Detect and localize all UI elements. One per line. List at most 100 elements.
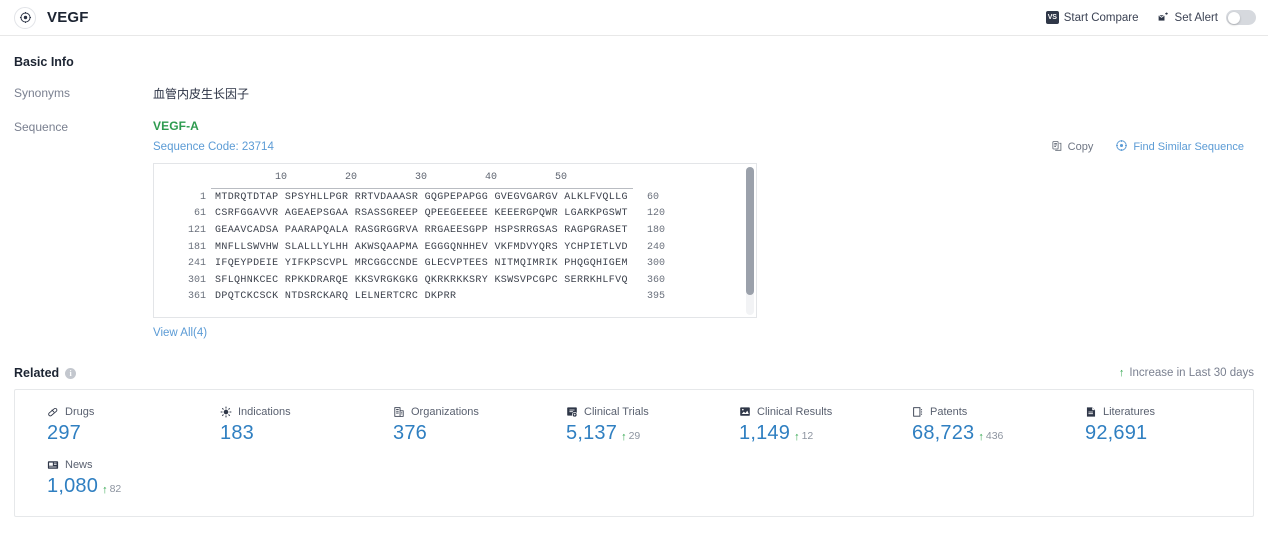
vs-badge-icon: VS [1045, 11, 1059, 24]
stat-label-text: Indications [238, 406, 291, 418]
sequence-residues: DPQTCKCSCK NTDSRCKARQ LELNERTCRC DKPRR [215, 291, 457, 303]
stat-label-text: Patents [930, 406, 968, 418]
start-compare-label: Start Compare [1063, 11, 1139, 24]
stat-label: Clinical Trials [566, 406, 707, 418]
ruler-tick: 20 [345, 172, 358, 183]
sequence-name: VEGF-A [153, 119, 199, 133]
stat-label: News [47, 459, 188, 471]
stat-drugs[interactable]: Drugs 297 [15, 406, 188, 445]
stat-value-line: 1,149 ↑ 12 [739, 422, 880, 445]
ruler-tick: 10 [275, 172, 288, 183]
sequence-end-index: 240 [647, 241, 666, 253]
sequence-line: 1 MTDRQTDTAP SPSYHLLPGR RRTVDAAASR GQGPEP… [154, 189, 756, 206]
stat-delta: ↑ 82 [102, 483, 122, 496]
sequence-end-index: 300 [647, 258, 666, 270]
stat-value-line: 376 [393, 422, 534, 445]
stat-literatures[interactable]: Literatures 92,691 [1053, 406, 1226, 445]
sequence-line: 181 MNFLLSWVHW SLALLLYLHH AKWSQAAPMA EGGG… [154, 239, 756, 256]
set-alert-label: Set Alert [1174, 11, 1218, 24]
up-arrow-icon: ↑ [1118, 367, 1125, 379]
stat-label-text: Drugs [65, 406, 95, 418]
sequence-code-line: Sequence Code: 23714 Copy Find Similar S… [153, 139, 1254, 155]
sequence-ruler: 10 20 30 40 50 [154, 172, 756, 188]
header-actions: VS Start Compare Set Alert [1045, 10, 1256, 25]
stat-clinical-trials[interactable]: Clinical Trials 5,137 ↑ 29 [534, 406, 707, 445]
stat-label-text: Organizations [411, 406, 479, 418]
find-similar-label: Find Similar Sequence [1133, 141, 1244, 153]
stat-delta: ↑ 436 [978, 430, 1004, 443]
sequence-line: 241 IFQEYPDEIE YIFKPSCVPL MRCGGCCNDE GLEC… [154, 255, 756, 272]
stat-value[interactable]: 183 [220, 422, 254, 445]
sequence-start-index: 121 [187, 224, 206, 236]
literature-icon [1085, 406, 1097, 418]
stat-value[interactable]: 1,080 [47, 475, 98, 498]
stat-label: Clinical Results [739, 406, 880, 418]
sequence-start-index: 241 [187, 258, 206, 270]
alert-bell-icon [1157, 11, 1170, 24]
stat-value[interactable]: 297 [47, 422, 81, 445]
stat-value-line: 68,723 ↑ 436 [912, 422, 1053, 445]
sequence-end-index: 180 [647, 224, 666, 236]
set-alert-button[interactable]: Set Alert [1157, 10, 1256, 25]
clinical-result-icon [739, 406, 751, 418]
set-alert-toggle[interactable] [1226, 10, 1256, 25]
view-all-link[interactable]: View All(4) [153, 327, 207, 339]
sequence-line: 301 SFLQHNKCEC RPKKDRARQE KKSVRGKGKG QKRK… [154, 272, 756, 289]
up-arrow-icon: ↑ [102, 484, 108, 496]
stat-patents[interactable]: Patents 68,723 ↑ 436 [880, 406, 1053, 445]
synonyms-label: Synonyms [14, 86, 71, 100]
sequence-end-index: 60 [647, 191, 660, 203]
related-legend-label: Increase in Last 30 days [1129, 367, 1254, 379]
stat-delta: ↑ 29 [621, 430, 641, 443]
sequence-label: Sequence [14, 120, 69, 134]
sequence-line: 61 CSRFGGAVVR AGEAEPSGAA RSASSGREEP QPEEG… [154, 206, 756, 223]
sequence-end-index: 395 [647, 291, 666, 303]
stat-delta: ↑ 12 [794, 430, 814, 443]
stat-value[interactable]: 1,149 [739, 422, 790, 445]
up-arrow-icon: ↑ [978, 431, 984, 443]
up-arrow-icon: ↑ [621, 431, 627, 443]
stat-value[interactable]: 68,723 [912, 422, 974, 445]
copy-button[interactable]: Copy [1051, 140, 1094, 155]
ruler-tick: 30 [415, 172, 428, 183]
stat-label: Literatures [1085, 406, 1226, 418]
sequence-code[interactable]: Sequence Code: 23714 [153, 141, 274, 153]
stat-news[interactable]: News 1,080 ↑ 82 [15, 459, 188, 498]
sequence-residues: MNFLLSWVHW SLALLLYLHH AKWSQAAPMA EGGGQNH… [215, 241, 628, 253]
sequence-start-index: 301 [187, 274, 206, 286]
ruler-tick: 40 [485, 172, 498, 183]
sequence-residues: IFQEYPDEIE YIFKPSCVPL MRCGGCCNDE GLECVPT… [215, 258, 628, 270]
stat-value[interactable]: 376 [393, 422, 427, 445]
related-title: Related [14, 366, 60, 380]
sequence-end-index: 360 [647, 274, 666, 286]
copy-label: Copy [1067, 141, 1094, 153]
stat-delta-value: 12 [801, 430, 814, 442]
stat-value-line: 92,691 [1085, 422, 1226, 445]
info-icon[interactable]: i [65, 367, 77, 379]
sequence-scrollbar-thumb[interactable] [746, 167, 754, 295]
stat-value[interactable]: 5,137 [566, 422, 617, 445]
stat-delta-value: 29 [628, 430, 641, 442]
related-card: Drugs 297 Indications 183 Organizations 376 Cl… [14, 389, 1254, 517]
sequence-viewer[interactable]: 10 20 30 40 50 1 MTDRQTDTAP SPSYHLLPGR RRTVDA… [153, 163, 757, 318]
stat-label: Drugs [47, 406, 188, 418]
sequence-scrollbar[interactable] [746, 167, 754, 315]
stat-value-line: 1,080 ↑ 82 [47, 475, 188, 498]
sequence-residues: MTDRQTDTAP SPSYHLLPGR RRTVDAAASR GQGPEPA… [215, 191, 628, 203]
stat-label-text: News [65, 459, 93, 471]
stat-label-text: Literatures [1103, 406, 1155, 418]
sequence-start-index: 61 [193, 208, 206, 220]
stat-indications[interactable]: Indications 183 [188, 406, 361, 445]
stat-clinical-results[interactable]: Clinical Results 1,149 ↑ 12 [707, 406, 880, 445]
stat-value-line: 183 [220, 422, 361, 445]
stat-label: Patents [912, 406, 1053, 418]
start-compare-button[interactable]: VS Start Compare [1045, 11, 1139, 24]
find-similar-sequence-button[interactable]: Find Similar Sequence [1115, 139, 1244, 155]
sequence-residues: GEAAVCADSA PAARAPQALA RASGRGGRVA RRGAEES… [215, 224, 628, 236]
stat-organizations[interactable]: Organizations 376 [361, 406, 534, 445]
sequence-residues: SFLQHNKCEC RPKKDRARQE KKSVRGKGKG QKRKRKK… [215, 274, 628, 286]
stat-value[interactable]: 92,691 [1085, 422, 1147, 445]
stat-delta-value: 82 [109, 483, 122, 495]
stat-delta-value: 436 [985, 430, 1004, 442]
basic-info-title: Basic Info [14, 55, 74, 69]
